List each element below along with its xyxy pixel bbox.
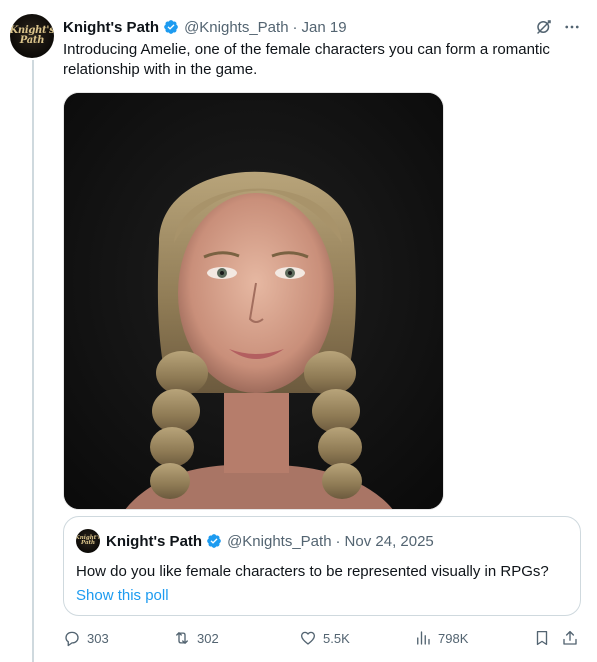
repost-button[interactable]: 302 (173, 628, 219, 648)
like-count: 5.5K (323, 630, 350, 646)
quote-text: How do you like female characters to be … (76, 563, 549, 580)
quote-author-handle: @Knights_Path (227, 532, 332, 550)
tweet-date[interactable]: Jan 19 (302, 19, 347, 36)
heart-icon (300, 631, 316, 645)
quote-avatar: Knight's Path (76, 529, 100, 553)
avatar-logo-text: Knight's Path (10, 25, 54, 46)
bookmark-button[interactable] (533, 628, 551, 648)
tweet-media-image[interactable] (63, 92, 444, 510)
show-poll-link[interactable]: Show this poll (76, 587, 169, 604)
share-icon (563, 630, 577, 645)
quote-header: Knight's Path Knight's Path @Knights_Path… (76, 529, 434, 553)
quote-author-name: Knight's Path (106, 532, 203, 550)
like-button[interactable]: 5.5K (299, 628, 350, 648)
views-button[interactable]: 798K (414, 628, 468, 648)
reply-count: 303 (87, 630, 109, 646)
repost-count: 302 (197, 630, 219, 646)
quote-avatar-logo-text: Knight's Path (76, 534, 100, 546)
reply-icon (65, 631, 79, 647)
separator-dot: · (292, 18, 298, 36)
quoted-tweet[interactable]: Knight's Path Knight's Path @Knights_Path… (63, 516, 581, 616)
author-name[interactable]: Knight's Path (63, 19, 159, 36)
quote-date: Nov 24, 2025 (344, 532, 434, 550)
views-count: 798K (438, 630, 469, 646)
bookmark-icon (536, 630, 548, 646)
verified-badge-icon (207, 534, 221, 548)
tweet-text: Introducing Amelie, one of the female ch… (63, 41, 550, 78)
grok-icon[interactable] (535, 18, 553, 36)
character-portrait (64, 93, 443, 509)
reply-button[interactable]: 303 (63, 628, 109, 648)
verified-badge-icon (164, 20, 178, 34)
avatar[interactable]: Knight's Path (10, 14, 54, 58)
separator-dot: · (335, 532, 341, 550)
author-handle[interactable]: @Knights_Path (184, 19, 288, 36)
thread-line (32, 60, 34, 662)
tweet-actions: 303 302 5.5K 798K (63, 628, 583, 648)
views-icon (417, 631, 430, 645)
repost-icon (176, 632, 188, 644)
more-icon[interactable] (563, 18, 581, 36)
tweet-header: Knight's Path @Knights_Path · Jan 19 (63, 16, 581, 38)
share-button[interactable] (561, 628, 579, 648)
